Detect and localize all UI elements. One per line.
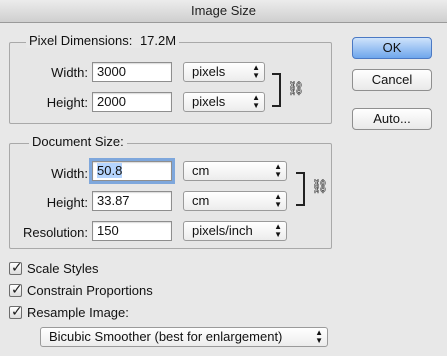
- doc-link-bracket: [296, 172, 305, 206]
- resolution-field[interactable]: 150: [92, 221, 172, 241]
- checkmark-icon: ✓: [11, 280, 23, 297]
- resample-method-value: Bicubic Smoother (best for enlargement): [49, 329, 283, 344]
- scale-styles-label: Scale Styles: [27, 260, 99, 276]
- pixel-height-label: Height:: [46, 95, 88, 110]
- up-down-arrows-icon: ▲ ▼: [274, 162, 282, 179]
- up-down-arrows-icon: ▲ ▼: [252, 93, 260, 110]
- pixel-height-unit-select[interactable]: pixels ▲ ▼: [183, 92, 265, 112]
- auto-button[interactable]: Auto...: [352, 108, 432, 130]
- pixel-height-unit-value: pixels: [192, 94, 226, 109]
- pixel-width-unit-select[interactable]: pixels ▲ ▼: [183, 62, 265, 82]
- doc-width-field[interactable]: 50.8: [89, 158, 175, 184]
- resolution-unit-select[interactable]: pixels/inch ▲ ▼: [183, 221, 287, 241]
- up-down-arrows-icon: ▲ ▼: [274, 222, 282, 239]
- doc-width-unit-select[interactable]: cm ▲ ▼: [183, 161, 287, 181]
- cancel-button[interactable]: Cancel: [352, 69, 432, 91]
- doc-width-label: Width:: [51, 166, 88, 181]
- constrain-proportions-option[interactable]: ✓ Constrain Proportions: [9, 281, 153, 299]
- resample-image-label: Resample Image:: [27, 304, 129, 320]
- pixel-dimensions-size: 17.2M: [139, 33, 177, 48]
- pixel-dimensions-label: Pixel Dimensions:: [29, 33, 133, 48]
- doc-height-unit-select[interactable]: cm ▲ ▼: [183, 191, 287, 211]
- pixel-width-field[interactable]: 3000: [92, 62, 172, 82]
- checkmark-icon: ✓: [11, 302, 23, 319]
- doc-height-field[interactable]: 33.87: [92, 191, 172, 211]
- doc-width-unit-value: cm: [192, 163, 210, 178]
- pixel-dimensions-title: Pixel Dimensions: 17.2M: [26, 33, 180, 48]
- up-down-arrows-icon: ▲ ▼: [252, 63, 260, 80]
- ok-button[interactable]: OK: [352, 37, 432, 59]
- up-down-arrows-icon: ▲ ▼: [315, 328, 323, 345]
- scale-styles-checkbox[interactable]: ✓: [9, 258, 23, 275]
- constrain-proportions-label: Constrain Proportions: [27, 282, 153, 298]
- doc-height-unit-value: cm: [192, 193, 210, 208]
- pixel-link-bracket: [272, 73, 281, 107]
- pixel-height-field[interactable]: 2000: [92, 92, 172, 112]
- doc-width-value: 50.8: [97, 163, 123, 178]
- resample-image-option[interactable]: ✓ Resample Image:: [9, 303, 129, 321]
- scale-styles-option[interactable]: ✓ Scale Styles: [9, 259, 99, 277]
- chain-link-icon[interactable]: ⛓: [311, 179, 329, 193]
- resolution-unit-value: pixels/inch: [192, 223, 253, 238]
- doc-height-label: Height:: [46, 195, 88, 210]
- checkmark-icon: ✓: [11, 258, 23, 275]
- constrain-proportions-checkbox[interactable]: ✓: [9, 280, 23, 297]
- pixel-width-label: Width:: [51, 65, 88, 80]
- resample-method-select[interactable]: Bicubic Smoother (best for enlargement) …: [40, 327, 328, 347]
- up-down-arrows-icon: ▲ ▼: [274, 192, 282, 209]
- pixel-width-unit-value: pixels: [192, 64, 226, 79]
- chain-link-icon[interactable]: ⛓: [287, 81, 305, 95]
- document-size-title: Document Size:: [29, 134, 127, 149]
- window-title: Image Size: [0, 0, 447, 23]
- resample-image-checkbox[interactable]: ✓: [9, 302, 23, 319]
- resolution-label: Resolution:: [22, 225, 88, 240]
